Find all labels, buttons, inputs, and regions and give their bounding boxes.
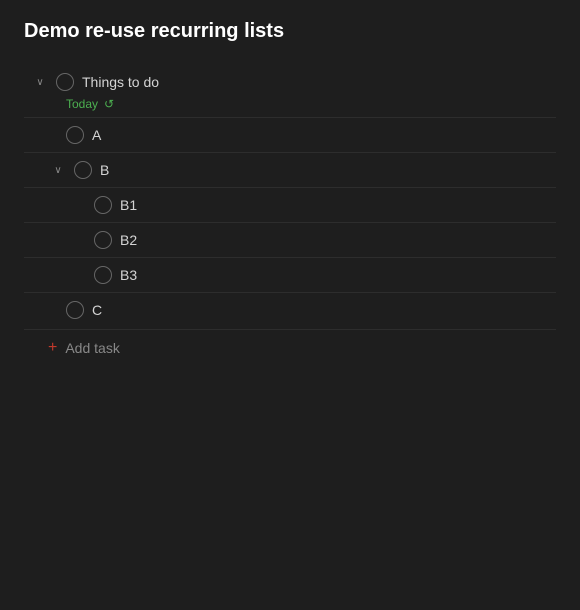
task-checkbox-c[interactable] <box>66 301 84 319</box>
chevron-down-icon: ∨ <box>32 74 48 90</box>
subtask-label-b1: B1 <box>120 197 137 213</box>
subtask-checkbox-b2[interactable] <box>94 231 112 249</box>
plus-icon: + <box>48 340 57 356</box>
subtask-row-b3[interactable]: B3 <box>24 257 556 292</box>
task-label-a: A <box>92 127 101 143</box>
add-task-label: Add task <box>65 340 119 356</box>
subtask-row-b1[interactable]: B1 <box>24 187 556 222</box>
chevron-b-icon: ∨ <box>50 162 66 178</box>
group-header-row-b[interactable]: ∨ B <box>24 152 556 187</box>
task-row-c[interactable]: C <box>24 292 556 327</box>
list-header-row[interactable]: ∨ Things to do <box>24 67 556 97</box>
subtask-checkbox-b3[interactable] <box>94 266 112 284</box>
subtask-label-b3: B3 <box>120 267 137 283</box>
list-header-text: Things to do <box>82 74 159 90</box>
page-title: Demo re-use recurring lists <box>24 20 556 43</box>
list-meta: Today ↺ <box>66 97 556 111</box>
add-task-row[interactable]: + Add task <box>24 329 556 366</box>
list-section: ∨ Things to do Today ↺ A ∨ B B1 B2 <box>24 67 556 366</box>
subtask-row-b2[interactable]: B2 <box>24 222 556 257</box>
today-label: Today <box>66 97 98 111</box>
group-label-b: B <box>100 162 109 178</box>
recur-icon: ↺ <box>104 97 114 111</box>
subtask-label-b2: B2 <box>120 232 137 248</box>
subtask-checkbox-b1[interactable] <box>94 196 112 214</box>
task-checkbox-a[interactable] <box>66 126 84 144</box>
app-container: Demo re-use recurring lists ∨ Things to … <box>0 0 580 610</box>
list-checkbox[interactable] <box>56 73 74 91</box>
task-row-a[interactable]: A <box>24 117 556 152</box>
task-label-c: C <box>92 302 102 318</box>
group-checkbox-b[interactable] <box>74 161 92 179</box>
